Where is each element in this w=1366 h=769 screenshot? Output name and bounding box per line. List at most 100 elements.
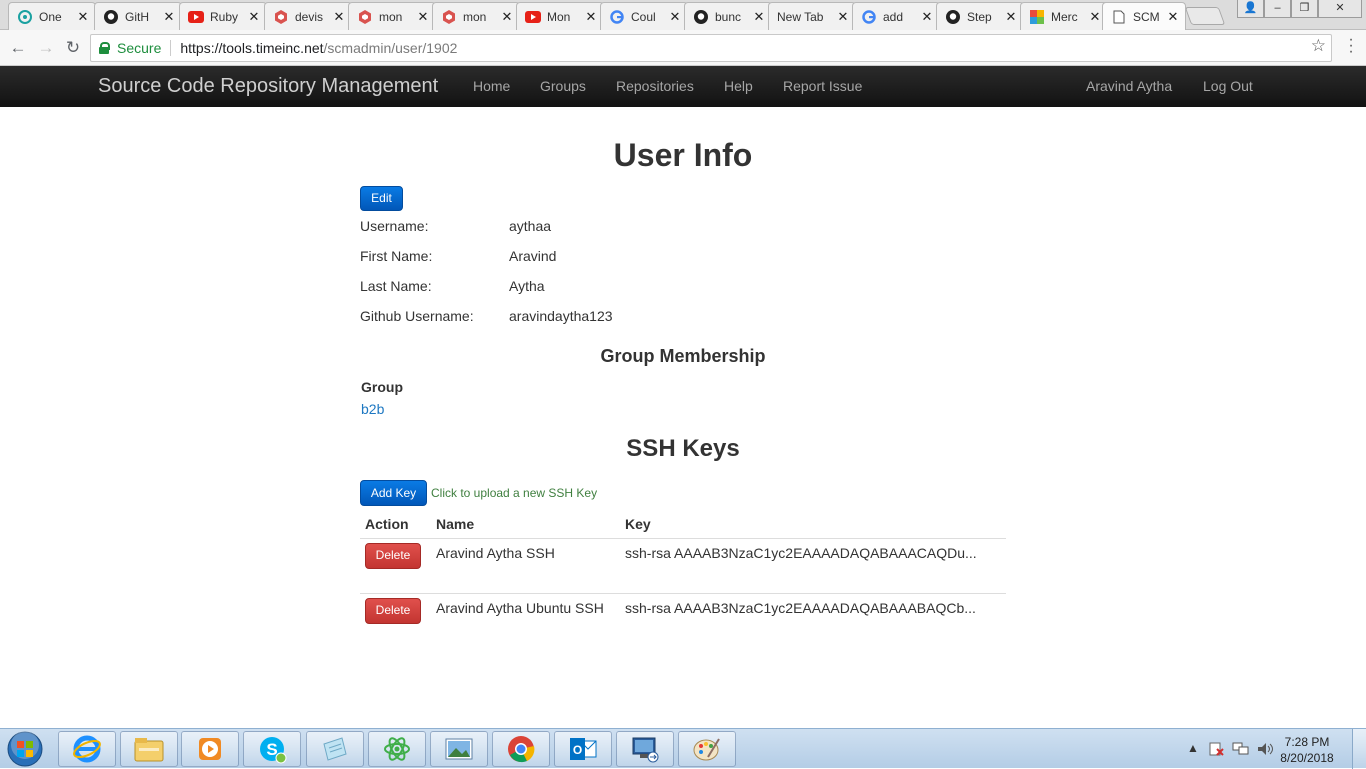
browser-tab-active[interactable]: SCM ✕ (1102, 2, 1186, 30)
close-icon[interactable]: ✕ (1005, 9, 1017, 25)
delete-key-button[interactable]: Delete (365, 543, 421, 569)
browser-tab[interactable]: bunc ✕ (684, 2, 772, 30)
internet-explorer-icon[interactable] (58, 731, 116, 767)
close-icon[interactable]: ✕ (753, 9, 765, 25)
user-icon[interactable]: 👤 (1237, 0, 1264, 18)
nav-report-issue[interactable]: Report Issue (783, 78, 862, 94)
close-icon[interactable]: ✕ (163, 9, 175, 25)
restore-icon[interactable]: ❐ (1291, 0, 1318, 18)
atom-icon[interactable] (368, 731, 426, 767)
browser-tab[interactable]: Merc ✕ (1020, 2, 1108, 30)
table-divider (360, 593, 1006, 594)
window-controls: 👤 – ❐ ✕ (1237, 0, 1362, 18)
browser-tab[interactable]: Mon ✕ (516, 2, 604, 30)
forward-icon[interactable]: → (36, 38, 56, 58)
browser-tab[interactable]: Ruby ✕ (179, 2, 267, 30)
show-hidden-icons[interactable]: ▲ (1187, 741, 1199, 755)
system-clock[interactable]: 7:28 PM 8/20/2018 (1272, 734, 1342, 766)
close-icon[interactable]: ✕ (921, 9, 933, 25)
close-icon[interactable]: ✕ (333, 9, 345, 25)
close-icon[interactable]: ✕ (77, 9, 89, 25)
github-icon (945, 9, 961, 25)
field-label: Username: (360, 218, 429, 234)
edit-button[interactable]: Edit (360, 186, 403, 211)
group-link[interactable]: b2b (361, 401, 384, 417)
outlook-icon[interactable]: O (554, 731, 612, 767)
close-window-icon[interactable]: ✕ (1318, 0, 1362, 18)
lock-icon (99, 42, 110, 54)
github-icon (103, 9, 119, 25)
browser-tab[interactable]: GitH ✕ (94, 2, 182, 30)
browser-tab[interactable]: New Tab ✕ (768, 2, 856, 30)
table-header-name: Name (436, 516, 475, 532)
browser-tab[interactable]: mon ✕ (432, 2, 520, 30)
menu-icon[interactable]: · · · (1346, 32, 1356, 60)
back-icon[interactable]: ← (8, 38, 28, 58)
nav-groups[interactable]: Groups (540, 78, 586, 94)
nav-repositories[interactable]: Repositories (616, 78, 694, 94)
start-button[interactable] (3, 731, 47, 767)
notepad-icon[interactable] (306, 731, 364, 767)
tab-label: SCM (1133, 9, 1160, 24)
browser-tab[interactable]: add ✕ (852, 2, 940, 30)
youtube-icon (188, 9, 204, 25)
close-icon[interactable]: ✕ (669, 9, 681, 25)
close-icon[interactable]: ✕ (501, 9, 513, 25)
tab-label: New Tab (777, 9, 824, 24)
browser-tab[interactable]: Coul ✕ (600, 2, 688, 30)
table-divider (360, 538, 1006, 539)
network-icon[interactable] (1232, 741, 1250, 760)
browser-toolbar: ← → ↻ Secure https://tools.timeinc.net/s… (0, 30, 1366, 66)
remote-desktop-icon[interactable] (616, 731, 674, 767)
hexagon-icon (441, 9, 457, 25)
delete-key-button[interactable]: Delete (365, 598, 421, 624)
page-title: User Info (613, 137, 753, 173)
close-icon[interactable]: ✕ (248, 9, 260, 25)
tab-label: Ruby (210, 9, 239, 24)
new-tab-button[interactable] (1184, 7, 1226, 25)
file-explorer-icon[interactable] (120, 731, 178, 767)
tab-label: add (883, 9, 904, 24)
nav-home[interactable]: Home (473, 78, 510, 94)
minimize-icon[interactable]: – (1264, 0, 1291, 18)
browser-tab[interactable]: devis ✕ (264, 2, 352, 30)
nav-help[interactable]: Help (724, 78, 753, 94)
field-label: Last Name: (360, 278, 432, 294)
table-header-key: Key (625, 516, 651, 532)
bookmark-star-icon[interactable]: ☆ (1311, 36, 1326, 56)
site-brand[interactable]: Source Code Repository Management (98, 75, 438, 98)
browser-tab[interactable]: mon ✕ (348, 2, 436, 30)
tab-label: Step (967, 9, 992, 24)
show-desktop-button[interactable] (1352, 729, 1366, 769)
add-key-button[interactable]: Add Key (360, 480, 427, 506)
address-bar[interactable]: Secure https://tools.timeinc.net/scmadmi… (90, 34, 1332, 62)
field-value-github-username: aravindaytha123 (509, 308, 613, 324)
photo-viewer-icon[interactable] (430, 731, 488, 767)
paint-icon[interactable] (678, 731, 736, 767)
skype-icon[interactable]: S (243, 731, 301, 767)
google-icon (861, 9, 877, 25)
action-center-icon[interactable] (1208, 741, 1224, 760)
close-icon[interactable]: ✕ (585, 9, 597, 25)
group-column-header: Group (361, 379, 403, 395)
secure-label: Secure (117, 40, 162, 56)
chrome-icon[interactable] (492, 731, 550, 767)
page-icon (1111, 9, 1127, 25)
close-icon[interactable]: ✕ (1089, 9, 1101, 25)
close-icon[interactable]: ✕ (837, 9, 849, 25)
tab-label: Coul (631, 9, 656, 24)
reload-icon[interactable]: ↻ (63, 38, 83, 58)
divider (170, 40, 172, 56)
nav-logout[interactable]: Log Out (1203, 78, 1253, 94)
close-icon[interactable]: ✕ (1167, 9, 1179, 25)
nav-user-name[interactable]: Aravind Aytha (1086, 78, 1172, 94)
field-label: Github Username: (360, 308, 474, 324)
field-label: First Name: (360, 248, 433, 264)
media-player-icon[interactable] (181, 731, 239, 767)
browser-tab[interactable]: One ✕ (8, 2, 96, 30)
browser-tab-strip: One ✕ GitH ✕ Ruby ✕ devis ✕ mon ✕ mon ✕ … (0, 0, 1366, 30)
youtube-icon (525, 9, 541, 25)
browser-tab[interactable]: Step ✕ (936, 2, 1024, 30)
close-icon[interactable]: ✕ (417, 9, 429, 25)
windows-logo-icon (7, 731, 43, 767)
